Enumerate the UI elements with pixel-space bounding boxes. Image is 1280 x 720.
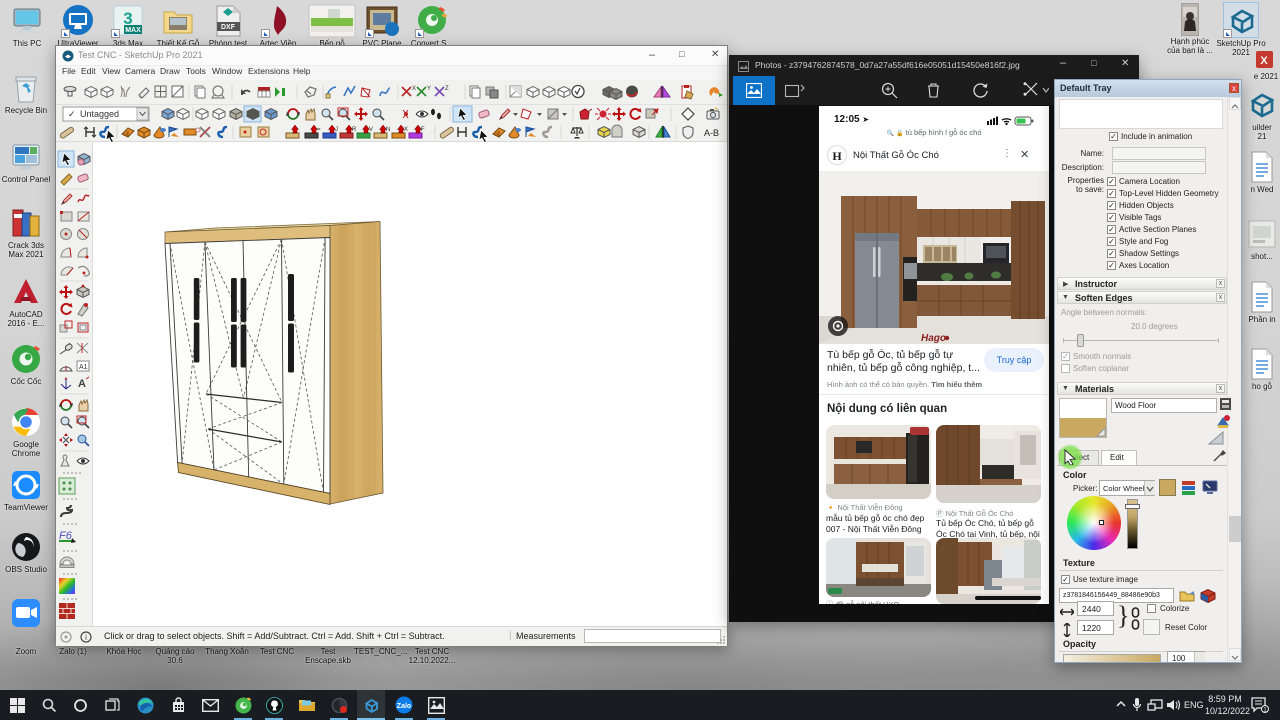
svg-text:Untagged: Untagged (80, 109, 119, 119)
svg-text:A: A (78, 378, 86, 390)
svg-text:Zalo: Zalo (397, 703, 411, 710)
svg-text:X: X (404, 127, 408, 133)
svg-text:V: V (369, 127, 373, 133)
svg-text:i: i (85, 633, 87, 642)
svg-text:=: = (317, 127, 321, 133)
svg-text:Hago: Hago (921, 333, 946, 344)
svg-text:J: J (335, 127, 338, 133)
svg-text:✓: ✓ (68, 109, 76, 119)
svg-text:R: R (352, 127, 357, 133)
svg-text:A1: A1 (79, 364, 88, 371)
svg-text:X: X (412, 86, 416, 92)
svg-text:X: X (1260, 55, 1268, 67)
svg-text:N: N (386, 127, 390, 133)
svg-text:A-B: A-B (704, 128, 719, 138)
svg-text:DXF: DXF (221, 24, 236, 31)
svg-text:Z: Z (445, 86, 449, 92)
svg-text:Y: Y (427, 86, 431, 92)
svg-text:F: F (421, 127, 425, 133)
svg-text:MAX: MAX (125, 27, 141, 34)
